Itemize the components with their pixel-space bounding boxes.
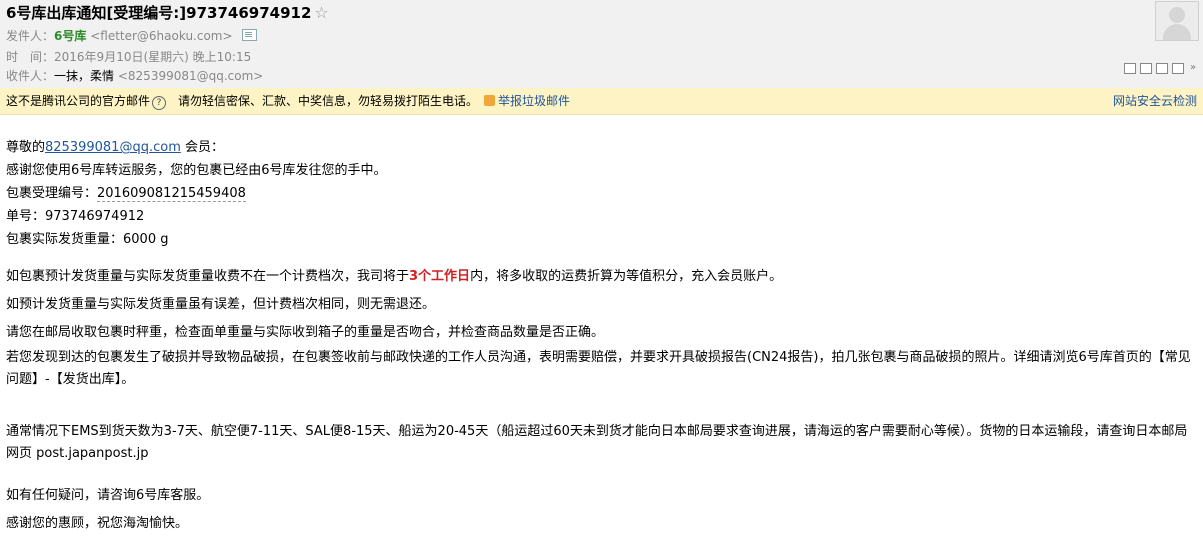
tracking-label: 单号：	[6, 209, 46, 224]
refund-paragraph: 如包裹预计发货重量与实际发货重量收费不在一个计费档次，我司将于3个工作日内，将多…	[6, 265, 782, 284]
new-window-icon[interactable]	[1140, 63, 1152, 74]
tracking-line: 单号：973746974912	[6, 205, 144, 224]
recipient-names[interactable]: 一抹，柔情	[54, 69, 114, 83]
subject-text: 6号库出库通知[受理编号:]973746974912	[6, 4, 312, 22]
sender-address: <fletter@6haoku.com>	[90, 29, 233, 43]
print-icon[interactable]	[1172, 63, 1184, 74]
workday-highlight: 3个工作日	[409, 269, 471, 284]
weight-value: 6000 g	[123, 232, 169, 247]
security-check-link[interactable]: 网站安全云检测	[1113, 88, 1197, 114]
avatar-head	[1169, 7, 1185, 23]
weight-label: 包裹实际发货重量：	[6, 232, 124, 247]
help-icon[interactable]: ?	[152, 96, 167, 110]
from-label: 发件人：	[6, 29, 55, 43]
from-row: 发件人：6号库 <fletter@6haoku.com>	[6, 27, 258, 44]
time-label: 时 间：	[6, 50, 55, 64]
warning-left: 这不是腾讯公司的官方邮件? 请勿轻信密保、汇款、中奖信息，勿轻易拨打陌生电话。 举报…	[6, 88, 570, 114]
security-warning-bar: 这不是腾讯公司的官方邮件? 请勿轻信密保、汇款、中奖信息，勿轻易拨打陌生电话。 举报…	[0, 88, 1203, 115]
recipient-address: <825399081@qq.com>	[117, 69, 264, 83]
time-value: 2016年9月10日(星期六) 晚上10:15	[54, 50, 252, 64]
weigh-check-paragraph: 请您在邮局收取包裹时秤重，检查面单重量与实际收到箱子的重量是否吻合，并检查商品数…	[6, 325, 605, 340]
mail-subject: 6号库出库通知[受理编号:]973746974912 ☆	[6, 2, 329, 23]
greeting-email-link[interactable]: 825399081@qq.com	[45, 140, 181, 155]
to-label: 收件人：	[6, 69, 55, 83]
more-icon[interactable]: »	[1188, 63, 1198, 73]
report-icon	[484, 95, 496, 106]
package-id-line: 包裹受理编号：201609081215459408	[6, 182, 246, 202]
shipping-time-paragraph: 通常情况下EMS到货天数为3-7天、航空便7-11天、SAL便8-15天、船运为…	[6, 424, 1188, 461]
time-row: 时 间：2016年9月10日(星期六) 晚上10:15	[6, 48, 251, 65]
not-official-text: 这不是腾讯公司的官方邮件	[6, 94, 151, 108]
refund-text-a: 如包裹预计发货重量与实际发货重量收费不在一个计费档次，我司将于	[6, 269, 410, 284]
open-external-icon[interactable]	[1156, 63, 1168, 74]
report-spam-label: 举报垃圾邮件	[498, 94, 571, 108]
to-row: 收件人：一抹，柔情 <825399081@qq.com>	[6, 67, 263, 84]
warning-tip: 请勿轻信密保、汇款、中奖信息，勿轻易拨打陌生电话。	[178, 94, 479, 108]
package-id-label: 包裹受理编号：	[6, 186, 98, 201]
thanks-line: 感谢您使用6号库转运服务，您的包裹已经由6号库发往您的手中。	[6, 163, 387, 178]
greeting-suffix: 会员：	[180, 140, 224, 155]
damage-paragraph: 若您发现到达的包裹发生了破损并导致物品破损，在包裹签收前与邮政快递的工作人员沟通…	[6, 350, 1191, 387]
weight-line: 包裹实际发货重量：6000 g	[6, 228, 168, 247]
report-spam-link[interactable]: 举报垃圾邮件	[484, 94, 570, 108]
star-icon[interactable]: ☆	[314, 3, 328, 22]
package-id-value: 201609081215459408	[97, 186, 246, 202]
refund-text-b: 内，将多收取的运费折算为等值积分，充入会员账户。	[470, 269, 783, 284]
restore-window-icon[interactable]	[1124, 63, 1136, 74]
greeting-line: 尊敬的825399081@qq.com 会员：	[6, 136, 224, 155]
contact-card-icon[interactable]	[242, 29, 258, 41]
sender-name[interactable]: 6号库	[54, 29, 86, 43]
greeting-prefix: 尊敬的	[6, 140, 46, 155]
no-refund-paragraph: 如预计发货重量与实际发货重量虽有误差，但计费档次相同，则无需退还。	[6, 297, 436, 312]
mail-header: 6号库出库通知[受理编号:]973746974912 ☆ 发件人：6号库 <fle…	[0, 0, 1203, 89]
closing-paragraph: 感谢您的惠顾，祝您海淘愉快。	[6, 516, 189, 531]
contact-paragraph: 如有任何疑问，请咨询6号库客服。	[6, 488, 210, 503]
tracking-value: 973746974912	[45, 209, 145, 224]
sender-avatar[interactable]	[1155, 1, 1199, 41]
mail-toolbar: »	[1124, 63, 1198, 74]
avatar-body	[1163, 24, 1191, 40]
